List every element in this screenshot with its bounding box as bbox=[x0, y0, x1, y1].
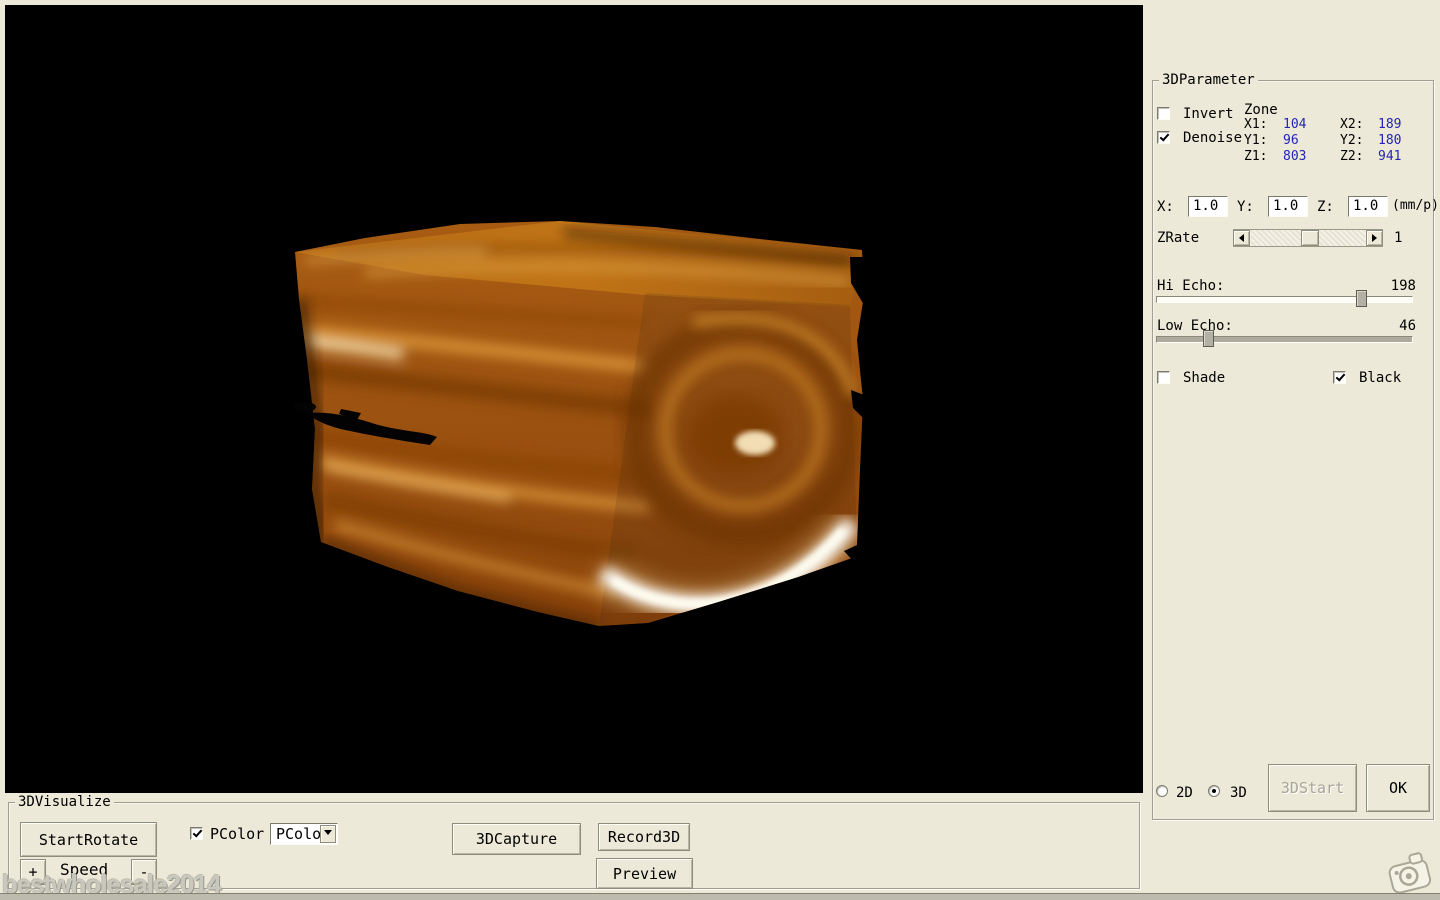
pcolor-label: PColor bbox=[210, 826, 264, 842]
hi-echo-value: 198 bbox=[1388, 278, 1416, 294]
parameter-group-title: 3DParameter bbox=[1159, 72, 1258, 88]
mode-3d-label: 3D bbox=[1230, 785, 1247, 801]
zone-title: Zone bbox=[1244, 102, 1278, 118]
ok-button[interactable]: OK bbox=[1366, 764, 1430, 812]
black-checkbox[interactable] bbox=[1333, 371, 1346, 384]
bottom-edge-strip bbox=[0, 893, 1440, 900]
scale-z-input[interactable]: 1.0 bbox=[1348, 196, 1388, 217]
zone-z1-value: 803 bbox=[1283, 149, 1306, 165]
record3d-button[interactable]: Record3D bbox=[598, 823, 690, 851]
zrate-label: ZRate bbox=[1157, 230, 1199, 246]
zone-x2-label: X2: bbox=[1340, 117, 1363, 133]
zone-y2-value: 180 bbox=[1378, 133, 1401, 149]
zone-x1-value: 104 bbox=[1283, 117, 1306, 133]
pcolor-dropdown[interactable]: PColor bbox=[270, 823, 338, 845]
mode-2d-label: 2D bbox=[1176, 785, 1193, 801]
denoise-label: Denoise bbox=[1183, 130, 1242, 146]
scale-y-label: Y: bbox=[1237, 199, 1254, 215]
zone-y2-label: Y2: bbox=[1340, 133, 1363, 149]
mode-2d-radio[interactable] bbox=[1156, 785, 1168, 797]
scale-y-input[interactable]: 1.0 bbox=[1268, 196, 1308, 217]
hi-echo-label: Hi Echo: bbox=[1157, 278, 1224, 294]
zone-z2-value: 941 bbox=[1378, 149, 1401, 165]
left-arrow-icon bbox=[1235, 234, 1244, 242]
zrate-value: 1 bbox=[1394, 230, 1402, 246]
pcolor-checkbox[interactable] bbox=[190, 827, 203, 840]
low-echo-label: Low Echo: bbox=[1157, 318, 1233, 334]
chevron-down-icon bbox=[324, 830, 332, 839]
pcolor-dropdown-button[interactable] bbox=[320, 825, 336, 843]
preview-button[interactable]: Preview bbox=[596, 858, 693, 889]
zrate-scroll-left-button[interactable] bbox=[1233, 230, 1250, 246]
low-echo-slider[interactable] bbox=[1156, 336, 1413, 343]
3dcapture-button[interactable]: 3DCapture bbox=[452, 823, 581, 855]
render-viewport[interactable] bbox=[5, 5, 1143, 793]
3dstart-button[interactable]: 3DStart bbox=[1268, 764, 1357, 812]
camera-watermark-icon bbox=[1381, 845, 1437, 900]
start-rotate-button[interactable]: StartRotate bbox=[20, 822, 157, 857]
low-echo-value: 46 bbox=[1388, 318, 1416, 334]
visualize-group-title: 3DVisualize bbox=[15, 794, 114, 810]
zone-y1-value: 96 bbox=[1283, 133, 1299, 149]
shade-label: Shade bbox=[1183, 370, 1225, 386]
denoise-checkbox[interactable] bbox=[1157, 131, 1170, 144]
low-echo-slider-thumb[interactable] bbox=[1203, 330, 1214, 347]
zrate-scroll-track[interactable] bbox=[1251, 230, 1365, 246]
mode-3d-radio[interactable] bbox=[1208, 785, 1220, 797]
hi-echo-slider[interactable] bbox=[1156, 296, 1413, 303]
scale-unit-label: (mm/p) bbox=[1392, 198, 1439, 214]
invert-checkbox[interactable] bbox=[1157, 107, 1170, 120]
zone-x1-label: X1: bbox=[1244, 117, 1267, 133]
zrate-scrollbar[interactable] bbox=[1233, 229, 1383, 247]
shade-checkbox[interactable] bbox=[1157, 371, 1170, 384]
hi-echo-slider-thumb[interactable] bbox=[1356, 290, 1367, 307]
scale-x-label: X: bbox=[1157, 199, 1174, 215]
zone-y1-label: Y1: bbox=[1244, 133, 1267, 149]
parameter-groupbox: 3DParameter bbox=[1152, 80, 1434, 820]
scale-z-label: Z: bbox=[1317, 199, 1334, 215]
invert-label: Invert bbox=[1183, 106, 1234, 122]
right-arrow-icon bbox=[1372, 234, 1381, 242]
zone-z1-label: Z1: bbox=[1244, 149, 1267, 165]
zrate-scroll-right-button[interactable] bbox=[1366, 230, 1383, 246]
zone-z2-label: Z2: bbox=[1340, 149, 1363, 165]
zone-x2-value: 189 bbox=[1378, 117, 1401, 133]
zrate-scroll-thumb[interactable] bbox=[1301, 230, 1319, 246]
scale-x-input[interactable]: 1.0 bbox=[1188, 196, 1228, 217]
black-label: Black bbox=[1359, 370, 1401, 386]
ultrasound-3d-volume bbox=[5, 5, 1143, 793]
